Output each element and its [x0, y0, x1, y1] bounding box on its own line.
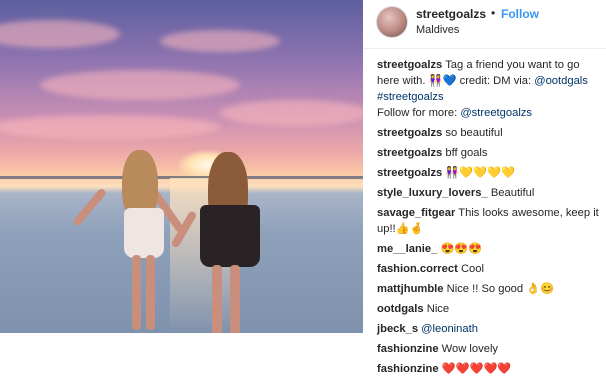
comment-username[interactable]: streetgoalzs [377, 127, 442, 139]
comment-text: bff goals [445, 147, 488, 159]
cloud [0, 115, 220, 139]
leg [212, 265, 222, 333]
location-link[interactable]: Maldives [416, 24, 459, 36]
comment: streetgoalzs bff goals [377, 145, 599, 161]
arm [72, 187, 108, 228]
caption: streetgoalzs Tag a friend you want to go… [377, 57, 599, 121]
comment-text: Nice !! So good 👌😊 [446, 283, 555, 295]
comment-text: Nice [426, 303, 450, 315]
comment: streetgoalzs so beautiful [377, 125, 599, 141]
caption-username[interactable]: streetgoalzs [377, 59, 442, 71]
comment: streetgoalzs 👭💛💛💛💛 [377, 165, 599, 181]
leg [146, 255, 155, 330]
leg [230, 265, 240, 333]
cloud [40, 70, 240, 100]
comment-username[interactable]: style_luxury_lovers_ [377, 187, 488, 199]
leg [132, 255, 141, 330]
comment: savage_fitgear This looks awesome, keep … [377, 205, 599, 237]
comments-list: streetgoalzs Tag a friend you want to go… [377, 57, 599, 381]
dress [200, 205, 260, 267]
cloud [160, 30, 280, 52]
comment-username[interactable]: ootdgals [377, 303, 424, 315]
comment: mattjhumble Nice !! So good 👌😊 [377, 281, 599, 297]
mention-link[interactable]: @streetgoalzs [460, 107, 532, 119]
mention-link[interactable]: @ootdgals [534, 75, 588, 87]
comment: me__lanie_ 😍😍😍 [377, 241, 599, 257]
hashtag-link[interactable]: #streetgoalzs [377, 91, 444, 103]
comment-username[interactable]: fashion.correct [377, 263, 458, 275]
comment-username[interactable]: jbeck_s [377, 323, 418, 335]
dress [124, 208, 164, 258]
header-username[interactable]: streetgoalzs [416, 7, 486, 21]
comment-text: 😍😍😍 [440, 243, 483, 255]
comment: ootdgals Nice [377, 301, 599, 317]
caption-text: Follow for more: [377, 107, 461, 119]
comment-mention[interactable]: @leoninath [421, 323, 478, 335]
comment-text: Cool [460, 263, 484, 275]
comment-username[interactable]: savage_fitgear [377, 207, 455, 219]
comment-text: Beautiful [490, 187, 535, 199]
comment-username[interactable]: streetgoalzs [377, 147, 442, 159]
comment: fashion.correct Cool [377, 261, 599, 277]
comment: fashionzine Wow lovely [377, 341, 599, 357]
caption-emoji: 👭💙 [428, 75, 457, 87]
comment: fashionzine ❤️❤️❤️❤️❤️ [377, 361, 599, 377]
comment-username[interactable]: fashionzine [377, 343, 439, 355]
comment-text: ❤️❤️❤️❤️❤️ [441, 363, 512, 375]
comment: style_luxury_lovers_ Beautiful [377, 185, 599, 201]
post-photo[interactable] [0, 0, 363, 333]
comment-username[interactable]: me__lanie_ [377, 243, 437, 255]
comment-text: 👭💛💛💛💛 [445, 167, 516, 179]
comment-username[interactable]: fashionzine [377, 363, 439, 375]
follow-button[interactable]: Follow [501, 7, 539, 21]
separator-dot: • [491, 6, 496, 20]
caption-text: credit: DM via: [456, 75, 535, 87]
comment-username[interactable]: streetgoalzs [377, 167, 442, 179]
cloud [220, 100, 363, 126]
comment: jbeck_s @leoninath [377, 321, 599, 337]
post-sidebar: streetgoalzs • Follow Maldives streetgoa… [363, 0, 606, 375]
post-header: streetgoalzs • Follow Maldives [363, 0, 606, 49]
comment-username[interactable]: mattjhumble [377, 283, 444, 295]
avatar[interactable] [376, 6, 408, 38]
cloud [0, 20, 120, 48]
comment-text: so beautiful [445, 127, 503, 139]
comment-text: Wow lovely [441, 343, 499, 355]
